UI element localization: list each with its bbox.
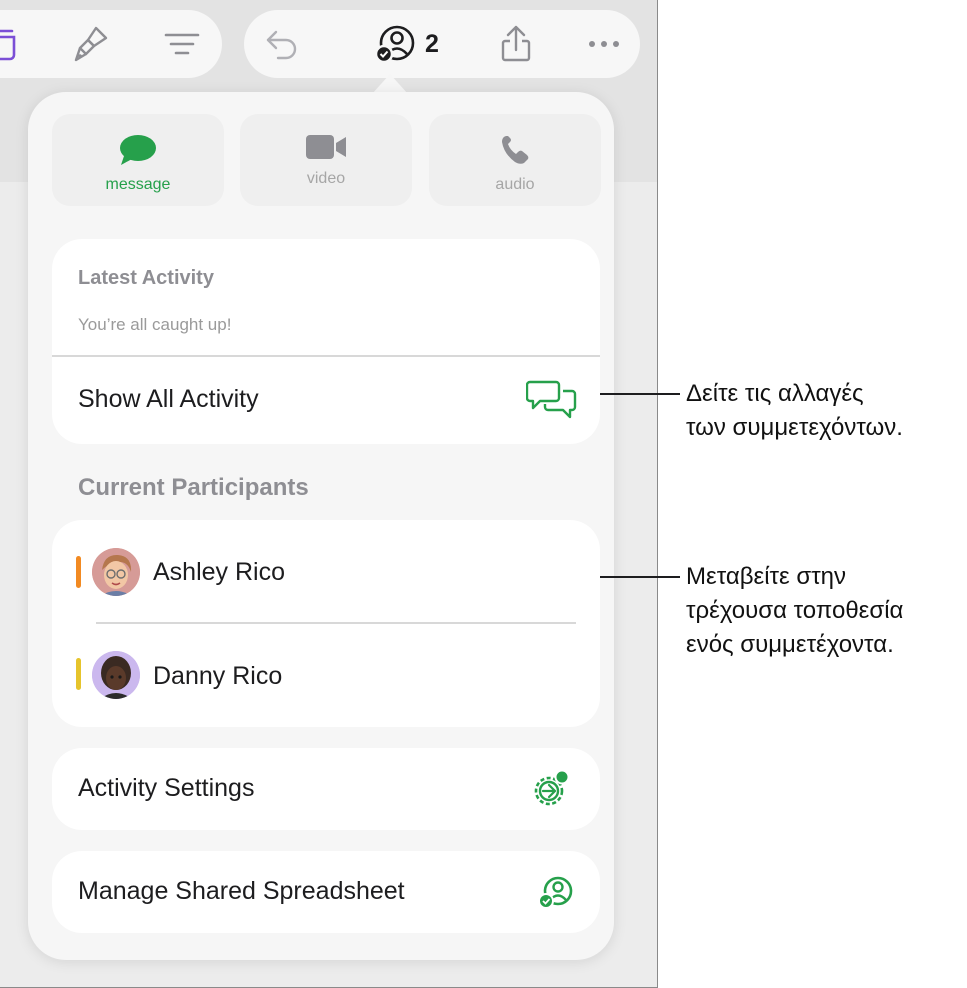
collaborators-count: 2: [425, 29, 439, 58]
manage-shared-spreadsheet-row[interactable]: Manage Shared Spreadsheet: [52, 851, 600, 933]
more-icon[interactable]: [582, 10, 626, 78]
video-icon: [306, 135, 346, 159]
manage-collaboration-icon: [538, 876, 573, 909]
callout-line-participant: [600, 576, 680, 578]
callout-activity: Δείτε τις αλλαγές των συμμετεχόντων.: [686, 377, 903, 445]
toolbar-right-group: 2: [244, 10, 640, 78]
show-all-activity-row[interactable]: Show All Activity: [52, 356, 600, 444]
callout-activity-line: των συμμετεχόντων.: [686, 414, 903, 441]
callout-participant-line: ενός συμμετέχοντα.: [686, 631, 894, 658]
callout-line-activity: [600, 393, 680, 395]
participant-row[interactable]: Danny Rico: [52, 624, 600, 727]
callout-participant-line: τρέχουσα τοποθεσία: [686, 597, 904, 624]
collaborate-icon: [375, 25, 415, 64]
show-all-activity-label: Show All Activity: [78, 385, 259, 413]
video-label: video: [306, 170, 346, 187]
participant-color-indicator: [76, 658, 81, 690]
video-button[interactable]: video: [240, 114, 412, 206]
message-button[interactable]: message: [52, 114, 224, 206]
phone-icon: [502, 136, 529, 164]
activity-settings-label: Activity Settings: [78, 774, 255, 802]
avatar: [92, 548, 140, 596]
audio-label: audio: [495, 176, 535, 193]
audio-button[interactable]: audio: [429, 114, 601, 206]
avatar: [92, 651, 140, 699]
participant-row[interactable]: Ashley Rico: [52, 520, 600, 622]
activity-settings-row[interactable]: Activity Settings: [52, 748, 600, 830]
current-participants-title: Current Participants: [78, 474, 309, 501]
sort-filter-icon[interactable]: [160, 10, 204, 78]
ipad-screen: 2 message video audio Latest Activity Yo…: [0, 0, 658, 988]
collaboration-popover: message video audio Latest Activity You’…: [28, 92, 614, 960]
manage-shared-spreadsheet-label: Manage Shared Spreadsheet: [78, 877, 405, 905]
toolbar-left-group: [0, 10, 222, 78]
activity-settings-gear-icon: [534, 769, 570, 806]
collaborate-button[interactable]: 2: [362, 10, 452, 78]
callout-activity-line: Δείτε τις αλλαγές: [686, 380, 864, 407]
activity-card: Latest Activity You’re all caught up! Sh…: [52, 239, 600, 444]
message-icon: [120, 135, 156, 165]
format-brush-icon[interactable]: [70, 10, 114, 78]
share-icon[interactable]: [494, 10, 538, 78]
message-label: message: [105, 176, 171, 193]
activity-bubbles-icon: [526, 380, 577, 419]
callout-participant: Μεταβείτε στην τρέχουσα τοποθεσία ενός σ…: [686, 560, 903, 662]
participant-color-indicator: [76, 556, 81, 588]
latest-activity-title: Latest Activity: [78, 267, 214, 289]
participants-card: Ashley Rico Danny Rico: [52, 520, 600, 727]
participant-name: Danny Rico: [153, 662, 283, 690]
participant-name: Ashley Rico: [153, 558, 285, 586]
popover-arrow: [372, 74, 408, 94]
callout-participant-line: Μεταβείτε στην: [686, 563, 847, 590]
activity-status: You’re all caught up!: [78, 315, 232, 334]
organize-icon[interactable]: [0, 10, 24, 78]
undo-icon[interactable]: [260, 10, 304, 78]
